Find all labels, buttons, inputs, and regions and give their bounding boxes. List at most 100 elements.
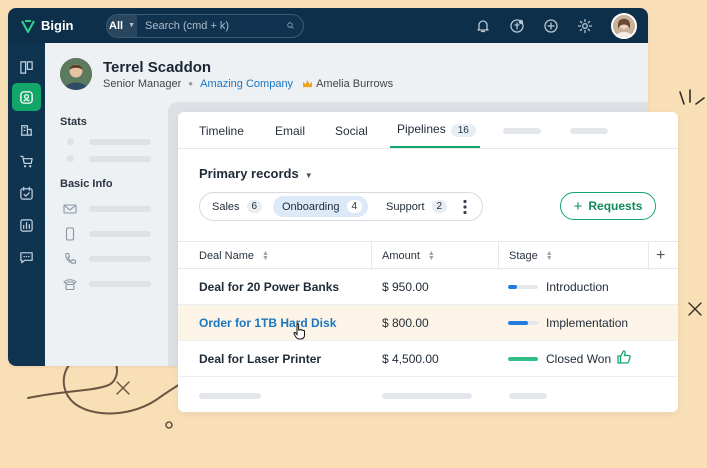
- search-icon[interactable]: [287, 19, 294, 32]
- pill-sales[interactable]: Sales 6: [203, 196, 263, 217]
- column-divider: [498, 242, 499, 270]
- deal-amount: $ 800.00: [382, 316, 429, 330]
- bigin-logo-icon: [21, 19, 35, 33]
- contact-header: Terrel Scaddon Senior Manager ● Amazing …: [60, 58, 393, 90]
- skeleton-line: [89, 139, 151, 145]
- plus-icon: +: [573, 197, 583, 215]
- skeleton-line: [89, 156, 151, 162]
- crown-icon: [303, 79, 313, 88]
- chevron-down-icon: ▼: [128, 22, 136, 29]
- tab-pipelines-label: Pipelines: [397, 122, 446, 136]
- user-avatar[interactable]: [611, 12, 637, 39]
- user-avatar-image: [613, 14, 635, 37]
- brand-name: Bigin: [41, 18, 74, 33]
- basic-info-title: Basic Info: [60, 178, 113, 190]
- sort-icon: ▲ ▼: [262, 250, 269, 262]
- column-header-label: Amount: [382, 250, 420, 262]
- thumbs-up-icon: [617, 350, 631, 364]
- pipelines-icon: [20, 60, 33, 74]
- footer-placeholder: [509, 393, 547, 399]
- pill-label: Sales: [212, 200, 240, 213]
- nav-item-products[interactable]: [12, 147, 41, 175]
- gear-icon[interactable]: [577, 18, 593, 34]
- pill-support[interactable]: Support 2: [377, 196, 448, 217]
- pill-label: Support: [386, 200, 425, 213]
- contact-title: Senior Manager: [103, 77, 182, 90]
- add-column-icon[interactable]: +: [656, 247, 665, 265]
- phone-icon: [65, 252, 77, 264]
- contact-company-link[interactable]: Amazing Company: [200, 78, 293, 90]
- deal-name[interactable]: Order for 1TB Hard Disk: [199, 316, 336, 330]
- tab-bar: Timeline Email Social Pipelines 16: [178, 112, 678, 149]
- stage-progress-fill: [508, 285, 517, 289]
- column-divider: [371, 242, 372, 270]
- search-scope-label: All: [109, 19, 124, 32]
- nav-item-reports[interactable]: [12, 211, 41, 239]
- stage-progress: [508, 357, 538, 361]
- hand-pointer-cursor-icon: [293, 323, 305, 340]
- activities-icon: [20, 186, 33, 200]
- products-icon: [20, 155, 33, 167]
- nav-item-chat[interactable]: [12, 243, 41, 271]
- nav-item-contacts[interactable]: [12, 83, 41, 111]
- bell-icon[interactable]: [475, 18, 491, 34]
- add-request-button[interactable]: + Requests: [560, 192, 656, 220]
- contacts-icon: [20, 90, 33, 104]
- plus-circle-icon[interactable]: [543, 18, 559, 34]
- contact-avatar: [60, 58, 92, 90]
- deal-name[interactable]: Deal for 20 Power Banks: [199, 280, 339, 294]
- pill-label: Onboarding: [282, 200, 340, 213]
- decor-sparkle-top-right: [679, 89, 705, 105]
- column-header-deal-name[interactable]: Deal Name ▲ ▼: [199, 250, 269, 262]
- deal-name[interactable]: Deal for Laser Printer: [199, 352, 321, 366]
- skeleton-line: [89, 206, 151, 212]
- pill-count: 2: [431, 200, 448, 213]
- records-card: Timeline Email Social Pipelines 16 Primar…: [178, 112, 678, 412]
- pill-onboarding[interactable]: Onboarding 4: [273, 196, 369, 217]
- more-vertical-icon[interactable]: [462, 199, 468, 215]
- table-row[interactable]: Deal for Laser Printer $ 4,500.00 Closed…: [178, 341, 678, 377]
- search-scope-dropdown[interactable]: All ▼: [107, 14, 138, 37]
- brand[interactable]: Bigin: [20, 18, 106, 34]
- column-header-stage[interactable]: Stage ▲ ▼: [509, 250, 553, 262]
- decor-cross-right: [688, 302, 702, 316]
- deals-table: Deal Name ▲ ▼ Amount ▲ ▼ Stage ▲ ▼ + Deal for …: [178, 241, 678, 377]
- tab-placeholder: [570, 128, 608, 134]
- reports-icon: [20, 218, 33, 232]
- skeleton-dot: [67, 138, 74, 145]
- deal-stage: Closed Won: [546, 352, 612, 366]
- chevron-down-icon: ▼: [304, 171, 313, 180]
- left-nav: [8, 43, 45, 366]
- table-header: Deal Name ▲ ▼ Amount ▲ ▼ Stage ▲ ▼ +: [178, 241, 678, 270]
- records-title: Primary records: [199, 166, 299, 181]
- nav-item-pipelines[interactable]: [12, 53, 41, 81]
- deal-stage: Introduction: [546, 280, 609, 294]
- tab-social[interactable]: Social: [335, 124, 368, 138]
- tab-pipelines[interactable]: Pipelines 16: [397, 122, 476, 137]
- column-header-amount[interactable]: Amount ▲ ▼: [382, 250, 435, 262]
- search-input[interactable]: [137, 14, 288, 37]
- gift-icon[interactable]: [509, 18, 525, 34]
- tab-email[interactable]: Email: [275, 124, 305, 138]
- table-row[interactable]: Deal for 20 Power Banks $ 950.00 Introdu…: [178, 269, 678, 305]
- deal-amount: $ 950.00: [382, 280, 429, 294]
- tab-timeline[interactable]: Timeline: [199, 124, 244, 138]
- global-search: All ▼: [106, 13, 304, 38]
- table-row[interactable]: Order for 1TB Hard Disk $ 800.00 Impleme…: [178, 305, 678, 341]
- nav-item-activities[interactable]: [12, 179, 41, 207]
- deal-amount: $ 4,500.00: [382, 352, 439, 366]
- sort-icon: ▲ ▼: [545, 250, 553, 262]
- sort-icon: ▲ ▼: [427, 250, 435, 262]
- records-dropdown[interactable]: Primary records ▼: [199, 166, 313, 181]
- stage-progress-fill: [508, 321, 528, 325]
- contact-meta: Senior Manager ● Amazing Company Amelia …: [103, 78, 393, 90]
- mail-icon: [63, 204, 77, 214]
- pill-count: 4: [346, 200, 363, 213]
- deal-stage: Implementation: [546, 316, 629, 330]
- nav-item-companies[interactable]: [12, 115, 41, 143]
- skeleton-line: [89, 281, 151, 287]
- stats-title: Stats: [60, 116, 87, 128]
- skeleton-dot: [67, 155, 74, 162]
- column-header-label: Deal Name: [199, 250, 255, 262]
- column-header-label: Stage: [509, 250, 538, 262]
